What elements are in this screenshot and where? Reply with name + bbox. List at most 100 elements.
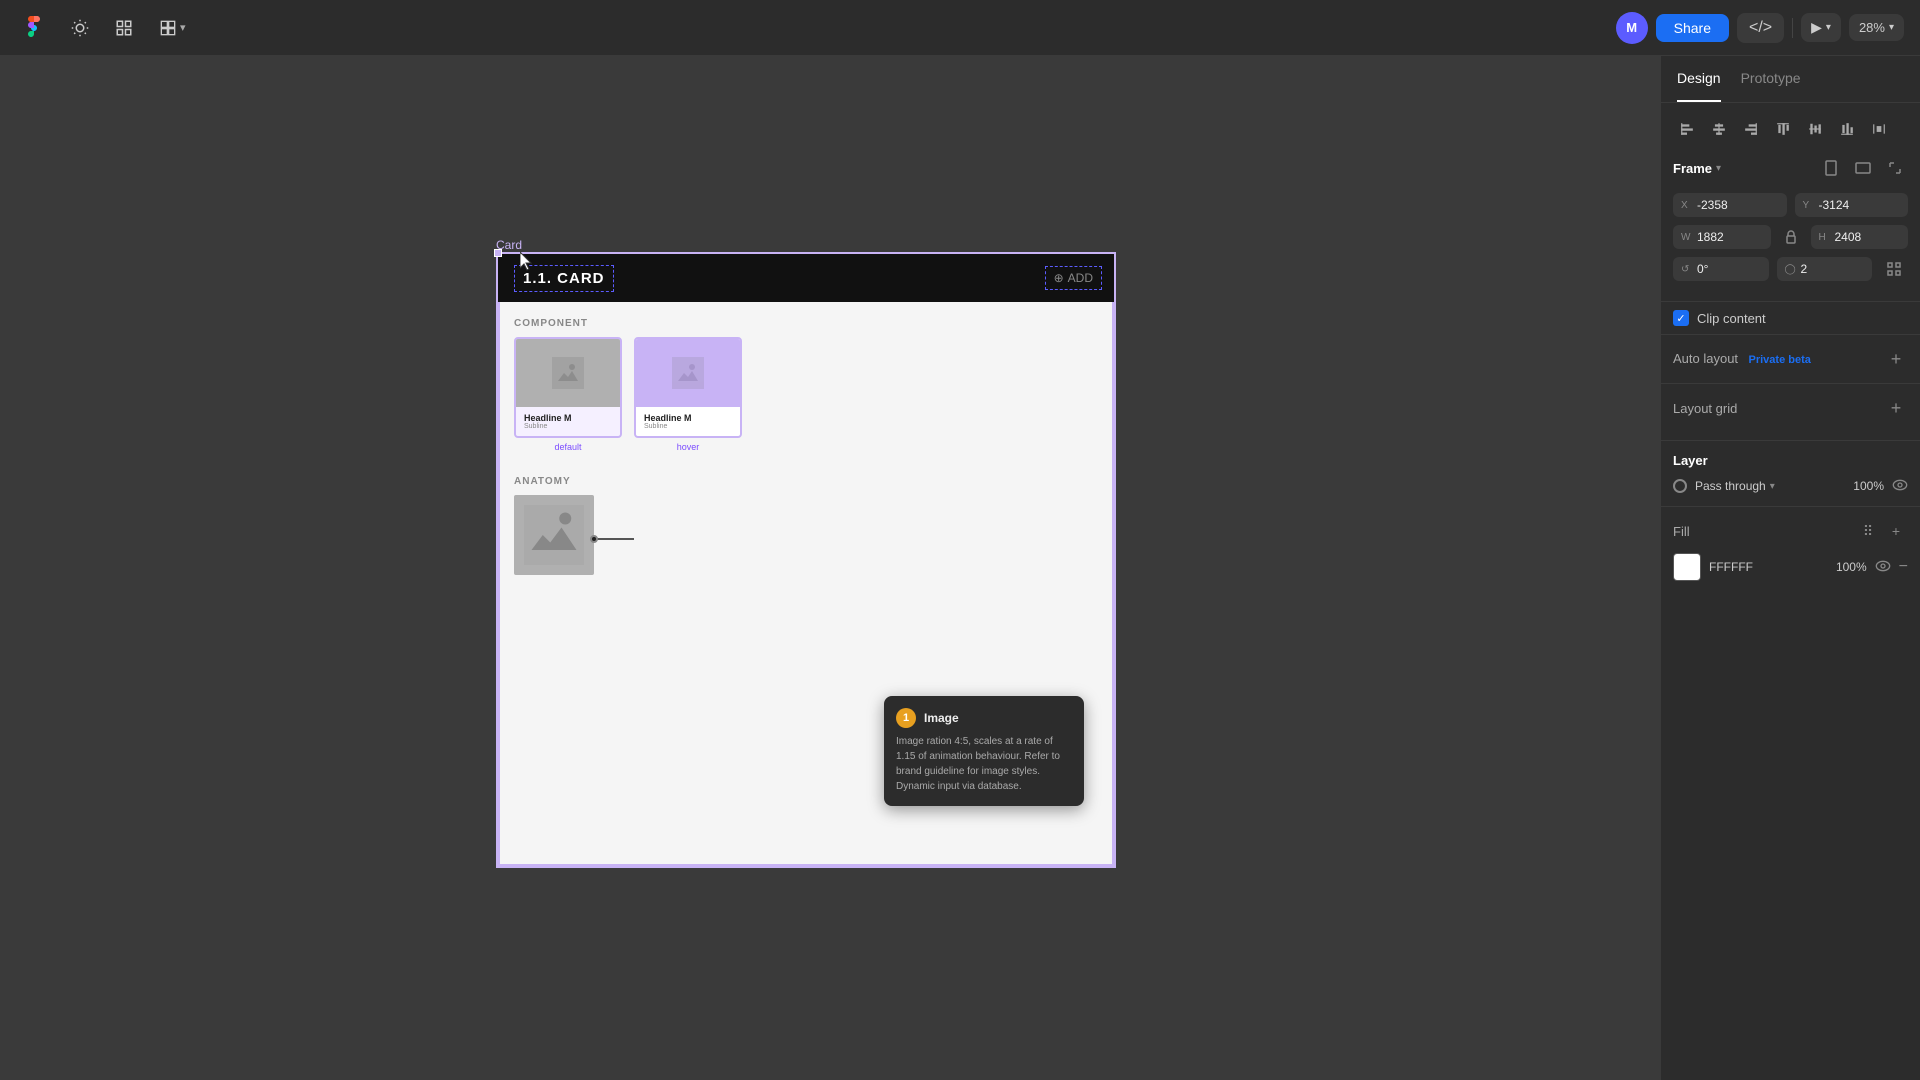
align-top-button[interactable] (1769, 115, 1797, 143)
card-default-state: default (554, 442, 581, 452)
x-label: X (1681, 200, 1693, 211)
selection-handle-tl[interactable] (494, 249, 502, 257)
zoom-level-button[interactable]: 28% ▾ (1849, 14, 1904, 41)
layer-section: Layer Pass through ▾ 100% (1661, 441, 1920, 507)
card-hover-subline: Subline (644, 423, 732, 430)
fill-opacity-value[interactable]: 100% (1827, 560, 1867, 574)
component-tool-button[interactable]: ▾ (152, 12, 194, 44)
h-value: 2408 (1835, 230, 1862, 244)
card-hover-body: Headline M Subline (636, 407, 740, 436)
y-field[interactable]: Y -3124 (1795, 193, 1909, 217)
zoom-dropdown-arrow: ▾ (1889, 22, 1894, 33)
connector-dot (590, 535, 598, 543)
card-default-subline: Subline (524, 423, 612, 430)
play-button[interactable]: ▶ ▾ (1801, 13, 1841, 42)
radius-value: 2 (1801, 262, 1808, 276)
layer-title: Layer (1673, 453, 1908, 468)
frame-properties: Frame ▾ (1661, 151, 1920, 302)
fill-hex-value[interactable]: FFFFFF (1709, 560, 1819, 574)
theme-toggle-button[interactable] (64, 12, 96, 44)
wh-row: W 1882 H 2408 (1673, 225, 1908, 249)
card-hover-headline: Headline M (644, 413, 732, 423)
h-label: H (1819, 232, 1831, 243)
canvas[interactable]: Card 1.1. CARD ⊕ ADD COMPONENT (0, 56, 1660, 1080)
anatomy-card[interactable] (514, 495, 594, 575)
layer-visibility-button[interactable] (1892, 478, 1908, 494)
distribute-button[interactable] (1865, 115, 1893, 143)
frame-section-title: Frame (1673, 161, 1712, 176)
tab-prototype[interactable]: Prototype (1741, 56, 1801, 102)
share-button[interactable]: Share (1656, 14, 1729, 42)
card-hover[interactable]: Headline M Subline (634, 337, 742, 438)
layout-grid-section: Layout grid + (1661, 384, 1920, 441)
layout-grid-add-button[interactable]: + (1884, 396, 1908, 420)
connector-line (594, 538, 634, 540)
clip-content-row: ✓ Clip content (1661, 302, 1920, 335)
fill-header: Fill ⠿ + (1673, 519, 1908, 543)
shape-tool-button[interactable] (108, 12, 140, 44)
layer-opacity-value[interactable]: 100% (1853, 479, 1884, 493)
topbar-left: ▾ (16, 10, 194, 46)
frame-header-link[interactable]: ⊕ ADD (1045, 266, 1102, 290)
annotation-tooltip: 1 Image Image ration 4:5, scales at a ra… (884, 696, 1084, 806)
landscape-icon-button[interactable] (1850, 155, 1876, 181)
zoom-level-value: 28% (1859, 20, 1885, 35)
alignment-tools (1661, 103, 1920, 151)
fill-remove-button[interactable]: − (1899, 558, 1908, 576)
fill-row: FFFFFF 100% − (1673, 553, 1908, 581)
annotation-header: 1 Image (896, 708, 1072, 728)
frame-title-area: Frame ▾ (1673, 161, 1721, 176)
tab-design[interactable]: Design (1677, 56, 1721, 102)
card-default-container: Headline M Subline default (514, 337, 622, 452)
blend-mode-value: Pass through (1695, 479, 1766, 493)
auto-layout-section: Auto layout Private beta + (1661, 335, 1920, 384)
blend-mode-selector[interactable]: Pass through ▾ (1695, 479, 1775, 493)
frame-dropdown-arrow[interactable]: ▾ (1716, 163, 1721, 174)
blend-mode-arrow: ▾ (1770, 481, 1775, 492)
main-area: Card 1.1. CARD ⊕ ADD COMPONENT (0, 56, 1920, 1080)
card-default[interactable]: Headline M Subline (514, 337, 622, 438)
fill-visibility-button[interactable] (1875, 559, 1891, 575)
fill-grid-button[interactable]: ⠿ (1856, 519, 1880, 543)
main-frame[interactable]: 1.1. CARD ⊕ ADD COMPONENT (496, 252, 1116, 868)
figma-logo[interactable] (16, 10, 52, 46)
rotation-field[interactable]: ↺ 0° (1673, 257, 1769, 281)
right-panel: Design Prototype (1660, 56, 1920, 1080)
layer-left: Pass through ▾ (1673, 479, 1775, 493)
lock-aspect-button[interactable] (1779, 225, 1803, 249)
align-middle-v-button[interactable] (1801, 115, 1829, 143)
card-default-body: Headline M Subline (516, 407, 620, 436)
annotation-title: Image (924, 711, 959, 725)
annotation-text: Image ration 4:5, scales at a rate of 1.… (896, 734, 1072, 794)
frame-header: 1.1. CARD ⊕ ADD (498, 254, 1114, 302)
x-value: -2358 (1697, 198, 1728, 212)
frame-icons (1818, 155, 1908, 181)
frame-header-title: 1.1. CARD (514, 265, 614, 292)
radius-icon: ◯ (1785, 264, 1797, 275)
y-value: -3124 (1819, 198, 1850, 212)
width-field[interactable]: W 1882 (1673, 225, 1771, 249)
x-field[interactable]: X -2358 (1673, 193, 1787, 217)
align-right-button[interactable] (1737, 115, 1765, 143)
component-area: Headline M Subline default (498, 337, 1114, 468)
resize-icon-button[interactable] (1882, 155, 1908, 181)
auto-layout-add-button[interactable]: + (1884, 347, 1908, 371)
align-center-h-button[interactable] (1705, 115, 1733, 143)
code-button[interactable]: </> (1737, 13, 1784, 43)
topbar: ▾ M Share </> ▶ ▾ 28% ▾ (0, 0, 1920, 56)
fill-color-swatch[interactable] (1673, 553, 1701, 581)
card-default-image (516, 339, 620, 407)
portrait-icon-button[interactable] (1818, 155, 1844, 181)
clip-content-checkbox[interactable]: ✓ (1673, 310, 1689, 326)
align-bottom-button[interactable] (1833, 115, 1861, 143)
auto-layout-header: Auto layout Private beta + (1673, 347, 1908, 371)
fill-section: Fill ⠿ + FFFFFF 100% − (1661, 507, 1920, 593)
radius-field[interactable]: ◯ 2 (1777, 257, 1873, 281)
user-avatar[interactable]: M (1616, 12, 1648, 44)
radius-options-button[interactable] (1880, 257, 1908, 281)
fill-add-button[interactable]: + (1884, 519, 1908, 543)
panel-tabs: Design Prototype (1661, 56, 1920, 103)
height-field[interactable]: H 2408 (1811, 225, 1909, 249)
align-left-button[interactable] (1673, 115, 1701, 143)
layer-right: 100% (1853, 478, 1908, 494)
